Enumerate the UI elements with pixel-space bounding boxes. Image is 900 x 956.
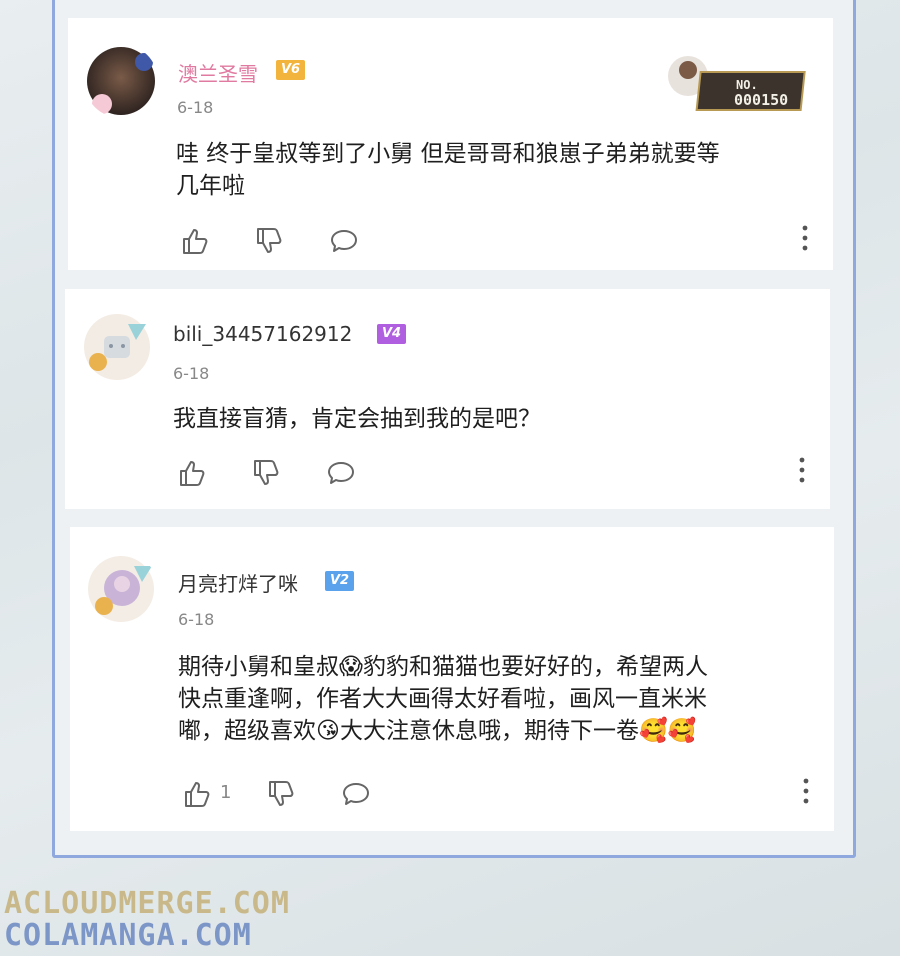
thumbs-up-icon[interactable]	[178, 458, 208, 488]
thumbs-down-icon[interactable]	[255, 226, 285, 256]
thumbs-up-icon[interactable]	[183, 779, 213, 809]
like-count: 1	[220, 782, 232, 803]
watermark-colamanga: COLAMANGA.COM	[4, 918, 252, 953]
comment-date: 6-18	[178, 610, 215, 629]
fan-medal-label: NO.	[736, 78, 758, 92]
comment-line: 嘟，超级喜欢😘大大注意休息哦，期待下一卷🥰🥰	[178, 718, 697, 744]
comment-line: 几年啦	[176, 173, 245, 199]
user-avatar[interactable]	[84, 552, 158, 626]
user-avatar[interactable]	[84, 44, 158, 118]
more-vertical-icon[interactable]	[797, 456, 807, 484]
comment-line: 期待小舅和皇叔😱豹豹和猫猫也要好好的，希望两人	[178, 654, 708, 680]
comment-line: 哇 终于皇叔等到了小舅 但是哥哥和狼崽子弟弟就要等	[176, 141, 720, 167]
comment-text: 哇 终于皇叔等到了小舅 但是哥哥和狼崽子弟弟就要等 几年啦	[176, 138, 720, 202]
thumbs-up-icon[interactable]	[181, 226, 211, 256]
watermark-acloudmerge: ACLOUDMERGE.COM	[4, 886, 290, 921]
speech-bubble-icon[interactable]	[329, 226, 359, 256]
fan-medal-number: 000150	[734, 91, 789, 109]
comment-text: 期待小舅和皇叔😱豹豹和猫猫也要好好的，希望两人 快点重逢啊，作者大大画得太好看啦…	[178, 651, 708, 747]
more-vertical-icon[interactable]	[800, 224, 810, 252]
thumbs-down-icon[interactable]	[252, 458, 282, 488]
comment-line: 快点重逢啊，作者大大画得太好看啦，画风一直米米	[178, 686, 707, 712]
comment-date: 6-18	[173, 364, 210, 383]
thumbs-down-icon[interactable]	[267, 779, 297, 809]
comment-date: 6-18	[177, 98, 214, 117]
comment-text: 我直接盲猜，肯定会抽到我的是吧？	[173, 403, 541, 435]
speech-bubble-icon[interactable]	[326, 458, 356, 488]
level-badge: V4	[377, 324, 407, 344]
username[interactable]: 月亮打烊了咪	[178, 568, 298, 597]
more-vertical-icon[interactable]	[801, 777, 811, 805]
level-badge: V2	[325, 571, 355, 591]
level-badge: V6	[276, 60, 306, 80]
username[interactable]: bili_34457162912	[173, 322, 352, 346]
username[interactable]: 澳兰圣雪	[178, 58, 258, 87]
speech-bubble-icon[interactable]	[341, 779, 371, 809]
user-avatar[interactable]	[80, 310, 154, 384]
comment-line: 我直接盲猜，肯定会抽到我的是吧？	[173, 406, 541, 432]
